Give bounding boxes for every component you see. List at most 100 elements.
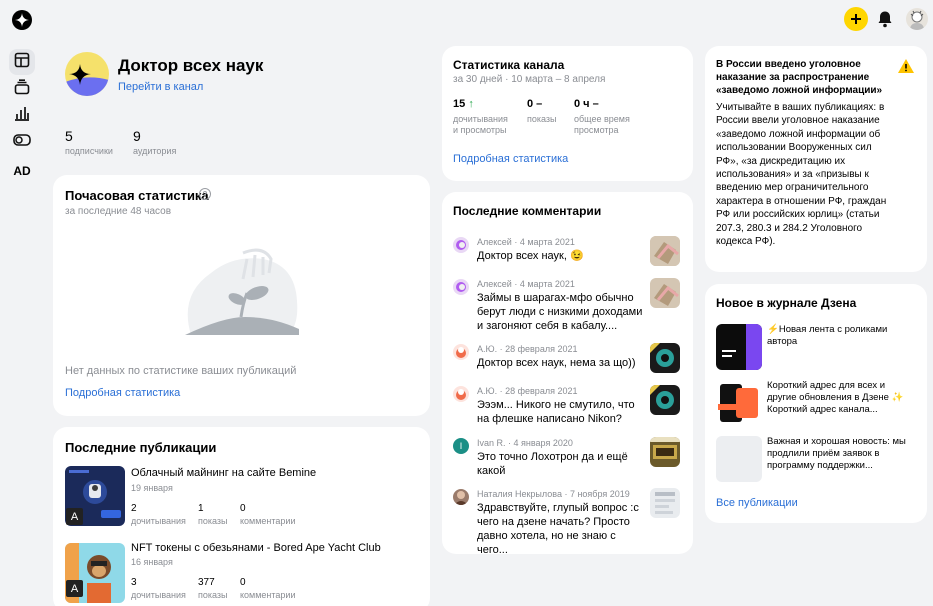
comment-avatar	[453, 489, 469, 505]
journal-item[interactable]: Короткий адрес для всех и другие обновле…	[705, 380, 927, 426]
comment-author: Наталия Некрылова	[477, 489, 562, 499]
comment-avatar	[453, 386, 469, 402]
publication-views-label: показы	[198, 516, 228, 526]
comment-post-thumbnail	[650, 437, 680, 467]
comment-item[interactable]: А.Ю. · 28 февраля 2021 Эээм... Никого не…	[442, 385, 693, 429]
reads-number: 15	[453, 98, 466, 110]
up-arrow-icon: ↑	[468, 98, 474, 110]
journal-item-text: ⚡Новая лента с роликами автора	[767, 324, 888, 347]
sidebar-item-dashboard[interactable]	[9, 49, 35, 75]
goto-channel-link[interactable]: Перейти в канал	[118, 81, 203, 93]
comment-item[interactable]: Алексей · 4 марта 2021 Доктор всех наук,…	[442, 236, 693, 270]
publication-title: Облачный майнинг на сайте Bemine	[131, 467, 317, 479]
comment-date: 28 февраля 2021	[505, 344, 578, 354]
coins-icon	[13, 132, 31, 153]
comment-text: Здравствуйте, глупый вопрос :с чего на д…	[477, 502, 639, 554]
recent-publications-title: Последние публикации	[65, 440, 217, 455]
comment-post-thumbnail	[650, 278, 680, 308]
top-bar	[0, 0, 933, 40]
audience-label: аудитория	[133, 146, 177, 156]
publication-item[interactable]: A Облачный майнинг на сайте Bemine 19 ян…	[53, 465, 430, 535]
comment-author: А.Ю.	[477, 344, 498, 354]
comment-text: Эээм... Никого не смутило, что на флешке…	[477, 399, 635, 425]
comment-avatar	[453, 344, 469, 360]
sidebar-item-ad[interactable]: AD	[9, 158, 35, 184]
comment-meta: А.Ю. · 28 февраля 2021	[477, 386, 578, 396]
journal-item[interactable]: ⚡Новая лента с роликами автора	[705, 324, 927, 370]
help-icon[interactable]: ?	[199, 188, 211, 200]
comment-post-thumbnail	[650, 343, 680, 373]
comment-text: Это точно Лохотрон да и ещё какой	[477, 451, 628, 477]
publication-reads-label: дочитывания	[131, 590, 186, 600]
comment-item[interactable]: А.Ю. · 28 февраля 2021 Доктор всех наук,…	[442, 343, 693, 377]
time-label-2: просмотра	[574, 125, 619, 135]
ad-label: AD	[13, 164, 31, 178]
sidebar-item-monetization[interactable]	[9, 129, 35, 155]
sidebar-item-statistics[interactable]	[9, 102, 35, 128]
dashboard-icon	[14, 52, 30, 73]
comment-meta: А.Ю. · 28 февраля 2021	[477, 344, 578, 354]
comment-avatar	[453, 237, 469, 253]
comment-author: Ivan R.	[477, 438, 506, 448]
publication-reads: 2	[131, 503, 137, 514]
time-label-1: общее время	[574, 114, 630, 124]
notice-body: Учитывайте в ваших публикациях: в России…	[716, 102, 887, 248]
hourly-stats-card: Почасовая статистика ? за последние 48 ч…	[53, 175, 430, 416]
comment-item[interactable]: I Ivan R. · 4 января 2020 Это точно Лохо…	[442, 437, 693, 481]
zen-logo-icon[interactable]	[12, 10, 32, 30]
journal-title: Новое в журнале Дзена	[716, 296, 857, 310]
recent-publications-card: Последние публикации A Облачный майнинг …	[53, 427, 430, 606]
publication-comments: 0	[240, 577, 246, 588]
comment-item[interactable]: Наталия Некрылова · 7 ноября 2019 Здравс…	[442, 488, 693, 554]
journal-thumbnail	[716, 380, 762, 426]
publication-badge: A	[66, 580, 83, 597]
subscribers-value: 5	[65, 128, 73, 144]
time-value: 0 ч –	[574, 98, 599, 110]
channel-card: Доктор всех наук Перейти в канал 5 подпи…	[53, 46, 430, 168]
all-publications-link[interactable]: Все публикации	[716, 497, 798, 509]
warning-icon	[897, 58, 915, 74]
sidebar-item-publications[interactable]	[9, 76, 35, 102]
channel-stats-subtitle: за 30 дней · 10 марта – 8 апреля	[453, 74, 606, 85]
hourly-detailed-stats-link[interactable]: Подробная статистика	[65, 387, 180, 399]
comment-post-thumbnail	[650, 385, 680, 415]
add-publication-button[interactable]	[844, 7, 868, 31]
journal-thumbnail	[716, 436, 762, 482]
comment-meta: Наталия Некрылова · 7 ноября 2019	[477, 489, 630, 499]
publication-title: NFT токены с обезьянами - Bored Ape Yach…	[131, 542, 381, 554]
comment-text: Займы в шарагах-мфо обычно берут люди с …	[477, 292, 643, 332]
reads-label-1: дочитывания	[453, 114, 508, 124]
comment-meta: Алексей · 4 марта 2021	[477, 279, 575, 289]
comment-date: 28 февраля 2021	[505, 386, 578, 396]
channel-detailed-stats-link[interactable]: Подробная статистика	[453, 153, 568, 165]
publication-views-label: показы	[198, 590, 228, 600]
comment-author: Алексей	[477, 237, 512, 247]
comment-author: Алексей	[477, 279, 512, 289]
notice-title: В России введено уголовное наказание за …	[716, 59, 883, 96]
publication-views: 1	[198, 503, 204, 514]
comment-item[interactable]: Алексей · 4 марта 2021 Займы в шарагах-м…	[442, 278, 693, 334]
views-value: 0 –	[527, 98, 543, 110]
publication-item[interactable]: A NFT токены с обезьянами - Bored Ape Ya…	[53, 542, 430, 606]
user-avatar[interactable]	[906, 8, 928, 30]
publication-comments: 0	[240, 503, 246, 514]
publication-badge: A	[66, 508, 83, 525]
journal-card: Новое в журнале Дзена ⚡Новая лента с рол…	[705, 284, 927, 523]
comments-card: Последние комментарии Алексей · 4 марта …	[442, 192, 693, 554]
comment-date: 4 января 2020	[513, 438, 573, 448]
comment-author: А.Ю.	[477, 386, 498, 396]
publication-comments-label: комментарии	[240, 516, 296, 526]
comment-meta: Алексей · 4 марта 2021	[477, 237, 575, 247]
journal-item[interactable]: Важная и хорошая новость: мы продлили пр…	[705, 436, 927, 482]
comment-meta: Ivan R. · 4 января 2020	[477, 438, 573, 448]
bell-icon[interactable]	[877, 10, 893, 28]
publication-reads-label: дочитывания	[131, 516, 186, 526]
reads-value: 15 ↑	[453, 98, 474, 110]
audience-value: 9	[133, 128, 141, 144]
publication-comments-label: комментарии	[240, 590, 296, 600]
comment-text: Доктор всех наук, 😉	[477, 250, 584, 262]
journal-item-text: Важная и хорошая новость: мы продлили пр…	[767, 436, 906, 471]
reads-label-2: и просмотры	[453, 125, 507, 135]
comment-date: 4 марта 2021	[519, 237, 575, 247]
sidebar: AD	[0, 40, 44, 606]
